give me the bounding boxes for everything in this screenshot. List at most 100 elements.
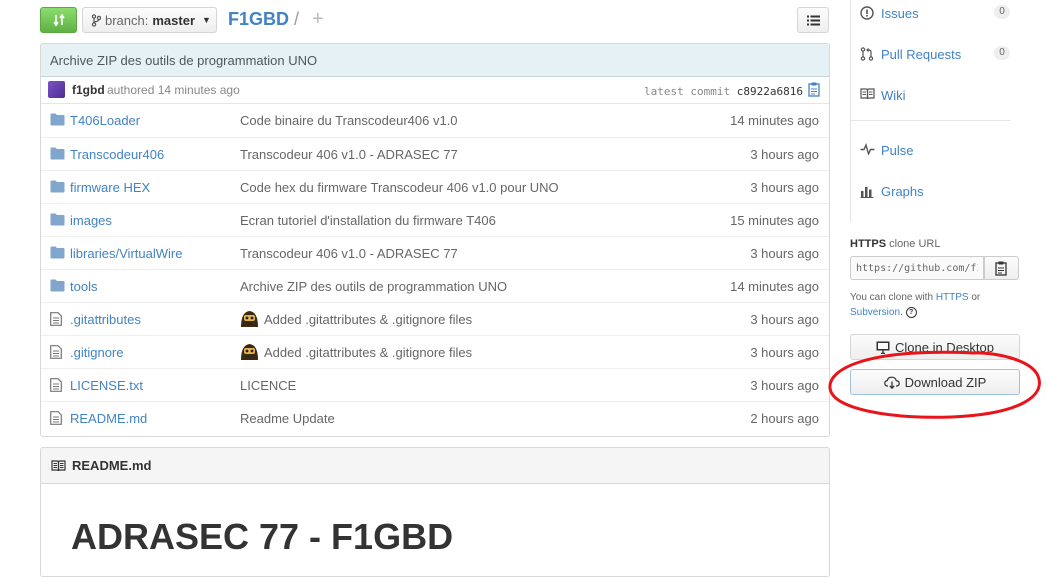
sidebar-item-issues[interactable]: Issues 0: [850, 2, 1010, 26]
readme-header: README.md: [41, 448, 829, 484]
file-commit-message-link[interactable]: Transcodeur 406 v1.0 - ADRASEC 77: [240, 246, 458, 261]
avatar[interactable]: [240, 309, 259, 328]
latest-commit-message[interactable]: Archive ZIP des outils de programmation …: [41, 44, 829, 77]
file-commit-message-link[interactable]: Readme Update: [240, 411, 335, 426]
folder-icon-wrap: [50, 113, 65, 129]
readme-heading: ADRASEC 77 - F1GBD: [71, 516, 454, 557]
file-commit-message-link[interactable]: Added .gitattributes & .gitignore files: [264, 345, 472, 360]
file-age: 3 hours ago: [750, 378, 819, 393]
file-name-link[interactable]: firmware HEX: [70, 180, 150, 195]
file-commit-message-link[interactable]: Archive ZIP des outils de programmation …: [240, 279, 507, 294]
copy-clone-url-button[interactable]: [984, 256, 1019, 280]
issue-icon: [860, 6, 874, 20]
sha-value-link[interactable]: c8922a6816: [737, 85, 803, 98]
clipboard-icon: [995, 261, 1007, 276]
file-name-link[interactable]: README.md: [70, 411, 147, 426]
table-row[interactable]: README.md Readme Update 2 hours ago: [41, 401, 829, 434]
file-icon: [50, 378, 62, 392]
chevron-down-icon: ▼: [202, 15, 211, 25]
file-name-link[interactable]: .gitattributes: [70, 312, 141, 327]
sidebar-item-wiki[interactable]: Wiki: [850, 84, 1010, 108]
file-name-link[interactable]: images: [70, 213, 112, 228]
file-commit-message-link[interactable]: Code hex du firmware Transcodeur 406 v1.…: [240, 180, 559, 195]
commit-time: authored 14 minutes ago: [107, 83, 240, 97]
repo-name-link[interactable]: F1GBD: [228, 9, 289, 30]
clone-protocol[interactable]: HTTPS: [850, 238, 886, 250]
avatar[interactable]: [48, 81, 65, 98]
book-icon: [51, 459, 66, 471]
graph-icon: [860, 187, 874, 198]
file-name-link[interactable]: tools: [70, 279, 97, 294]
file-age: 14 minutes ago: [730, 279, 819, 294]
commit-author-link[interactable]: f1gbd: [72, 83, 105, 97]
table-row[interactable]: .gitattributes Added .gitattributes & .gi…: [41, 302, 829, 335]
file-icon-wrap: [50, 411, 62, 428]
help-icon[interactable]: ?: [905, 306, 917, 318]
readme-panel: README.md ADRASEC 77 - F1GBD: [40, 447, 830, 577]
file-icon: [50, 411, 62, 425]
file-icon-wrap: [50, 312, 62, 329]
file-name-link[interactable]: .gitignore: [70, 345, 123, 360]
list-icon: [806, 15, 820, 25]
list-view-button[interactable]: [797, 7, 829, 33]
file-age: 3 hours ago: [750, 246, 819, 261]
file-name-link[interactable]: LICENSE.txt: [70, 378, 143, 393]
clone-help-text: You can clone with HTTPS or Subversion. …: [850, 290, 1020, 320]
https-link[interactable]: HTTPS: [936, 292, 969, 303]
folder-icon-wrap: [50, 279, 65, 295]
folder-icon-wrap: [50, 180, 65, 196]
latest-commit-sha: latest commit c8922a6816: [644, 85, 803, 98]
table-row[interactable]: T406Loader Code binaire du Transcodeur406…: [41, 104, 829, 137]
sidebar-item-graphs[interactable]: Graphs: [850, 180, 1010, 204]
table-row[interactable]: Transcodeur406 Transcodeur 406 v1.0 - ADR…: [41, 137, 829, 170]
table-row[interactable]: .gitignore Added .gitattributes & .gitign…: [41, 335, 829, 368]
branch-selector[interactable]: branch: master ▼: [82, 7, 217, 33]
file-name-link[interactable]: T406Loader: [70, 113, 140, 128]
file-commit-message-link[interactable]: LICENCE: [240, 378, 296, 393]
branch-icon: [91, 13, 101, 27]
clone-url-label: HTTPS clone URL: [850, 238, 940, 250]
path-separator: /: [294, 9, 300, 29]
clone-help-prefix: You can clone with: [850, 292, 934, 303]
highlight-ellipse: [828, 350, 1041, 419]
file-commit-message-link[interactable]: Ecran tutoriel d'installation du firmwar…: [240, 213, 496, 228]
table-row[interactable]: firmware HEX Code hex du firmware Transco…: [41, 170, 829, 203]
sidebar-item-pull-requests[interactable]: Pull Requests 0: [850, 43, 1010, 67]
pull-request-icon: [860, 47, 874, 61]
pulse-icon: [860, 143, 875, 155]
folder-icon-wrap: [50, 213, 65, 229]
file-commit-message-link[interactable]: Code binaire du Transcodeur406 v1.0: [240, 113, 458, 128]
file-name-link[interactable]: Transcodeur406: [70, 147, 164, 162]
table-row[interactable]: LICENSE.txt LICENCE 3 hours ago: [41, 368, 829, 401]
add-file-button[interactable]: +: [312, 8, 324, 31]
sidebar-separator: [850, 120, 1010, 121]
file-icon: [50, 345, 62, 359]
folder-icon: [50, 246, 65, 259]
sidebar-item-label: Graphs: [881, 184, 924, 199]
sidebar-item-label: Issues: [881, 6, 919, 21]
clone-url-input[interactable]: [850, 256, 984, 280]
file-browser: Archive ZIP des outils de programmation …: [40, 43, 830, 437]
folder-icon: [50, 147, 65, 160]
copy-sha-button[interactable]: [808, 82, 821, 100]
book-icon: [860, 88, 875, 100]
sidebar-item-pulse[interactable]: Pulse: [850, 139, 1010, 163]
avatar[interactable]: [240, 342, 259, 361]
table-row[interactable]: libraries/VirtualWire Transcodeur 406 v1.…: [41, 236, 829, 269]
compare-button[interactable]: [40, 7, 77, 33]
file-age: 3 hours ago: [750, 180, 819, 195]
file-age: 2 hours ago: [750, 411, 819, 426]
file-commit-message-link[interactable]: Added .gitattributes & .gitignore files: [264, 312, 472, 327]
clone-label-suffix: clone URL: [889, 238, 941, 250]
file-icon-wrap: [50, 378, 62, 395]
table-row[interactable]: tools Archive ZIP des outils de programma…: [41, 269, 829, 302]
folder-icon: [50, 213, 65, 226]
subversion-link[interactable]: Subversion: [850, 307, 900, 318]
file-commit-message-link[interactable]: Transcodeur 406 v1.0 - ADRASEC 77: [240, 147, 458, 162]
folder-icon: [50, 180, 65, 193]
sidebar-item-label: Wiki: [881, 88, 906, 103]
table-row[interactable]: images Ecran tutoriel d'installation du f…: [41, 203, 829, 236]
file-name-link[interactable]: libraries/VirtualWire: [70, 246, 182, 261]
sidebar-item-label: Pulse: [881, 143, 914, 158]
clone-help-or: or: [971, 292, 981, 303]
